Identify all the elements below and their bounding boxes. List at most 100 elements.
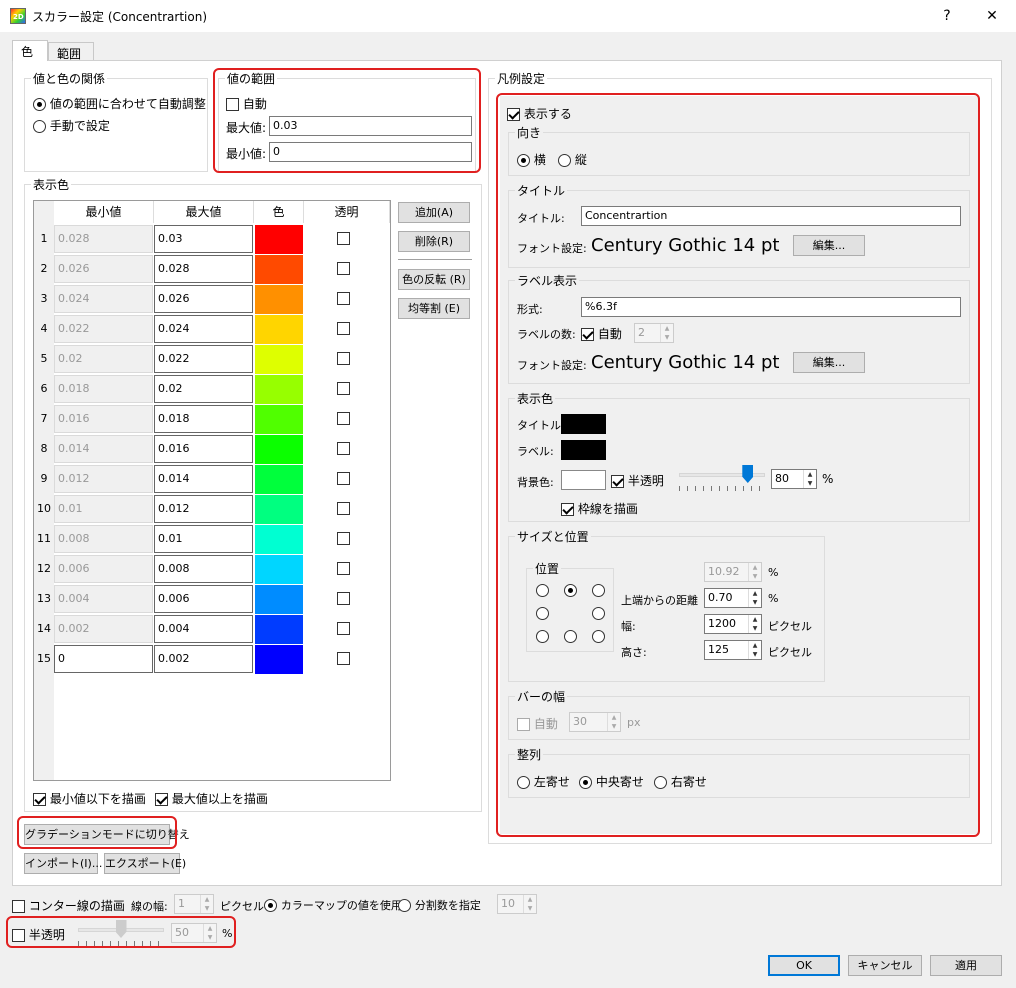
color-swatch[interactable] bbox=[255, 525, 303, 554]
radio-horizontal[interactable] bbox=[517, 154, 530, 167]
bar-width-auto-checkbox[interactable] bbox=[517, 718, 530, 731]
color-swatch[interactable] bbox=[255, 225, 303, 254]
min-value-input[interactable]: 0 bbox=[269, 142, 472, 162]
spinner-arrows-icon[interactable]: ▲ ▼ bbox=[748, 589, 761, 607]
color-swatch[interactable] bbox=[255, 585, 303, 614]
transparent-checkbox[interactable] bbox=[337, 562, 350, 575]
max-value-cell[interactable]: 0.022 bbox=[154, 345, 253, 373]
gradient-mode-button[interactable]: グラデーションモードに切り替え bbox=[24, 824, 190, 845]
color-swatch[interactable] bbox=[255, 555, 303, 584]
max-value-cell[interactable]: 0.01 bbox=[154, 525, 253, 553]
max-value-cell[interactable]: 0.03 bbox=[154, 225, 253, 253]
apply-button[interactable]: 適用 bbox=[930, 955, 1002, 976]
transparent-checkbox[interactable] bbox=[337, 532, 350, 545]
pos-bottom-left[interactable] bbox=[536, 630, 549, 643]
color-swatch[interactable] bbox=[255, 615, 303, 644]
show-legend-checkbox[interactable] bbox=[507, 108, 520, 121]
pos-mid-left[interactable] bbox=[536, 607, 549, 620]
spinner-arrows-icon[interactable]: ▲ ▼ bbox=[203, 924, 216, 942]
max-value-cell[interactable]: 0.026 bbox=[154, 285, 253, 313]
spinner-arrows-icon[interactable]: ▲ ▼ bbox=[523, 895, 536, 913]
color-swatch[interactable] bbox=[255, 465, 303, 494]
color-swatch[interactable] bbox=[255, 645, 303, 674]
transparent-checkbox[interactable] bbox=[337, 292, 350, 305]
help-button[interactable]: ? bbox=[932, 4, 962, 28]
range-auto-checkbox[interactable] bbox=[226, 98, 239, 111]
transparent-checkbox[interactable] bbox=[337, 352, 350, 365]
spinner-arrows-icon[interactable]: ▲ ▼ bbox=[803, 470, 816, 488]
import-button[interactable]: インポート(I)... bbox=[24, 853, 102, 874]
radio-specify-div[interactable] bbox=[398, 899, 411, 912]
radio-auto-adjust[interactable] bbox=[33, 98, 46, 111]
bg-color-swatch[interactable] bbox=[561, 470, 606, 490]
color-swatch[interactable] bbox=[255, 405, 303, 434]
max-value-cell[interactable]: 0.016 bbox=[154, 435, 253, 463]
bg-opacity-spinner[interactable]: 80 ▲ ▼ bbox=[771, 469, 817, 489]
max-value-cell[interactable]: 0.012 bbox=[154, 495, 253, 523]
max-value-cell[interactable]: 0.014 bbox=[154, 465, 253, 493]
transparent-checkbox[interactable] bbox=[337, 502, 350, 515]
pos-top-left[interactable] bbox=[536, 584, 549, 597]
pos-mid-right[interactable] bbox=[592, 607, 605, 620]
add-button[interactable]: 追加(A) bbox=[398, 202, 470, 223]
div-count-spinner[interactable]: 10 ▲ ▼ bbox=[497, 894, 537, 914]
max-value-cell[interactable]: 0.004 bbox=[154, 615, 253, 643]
max-value-cell[interactable]: 0.028 bbox=[154, 255, 253, 283]
spinner-arrows-icon[interactable]: ▲ ▼ bbox=[748, 563, 761, 581]
ok-button[interactable]: OK bbox=[768, 955, 840, 976]
line-width-spinner[interactable]: 1 ▲ ▼ bbox=[174, 894, 214, 914]
max-value-cell[interactable]: 0.02 bbox=[154, 375, 253, 403]
left-offset-spinner[interactable]: 10.92 ▲ ▼ bbox=[704, 562, 762, 582]
transparent-checkbox[interactable] bbox=[337, 442, 350, 455]
bg-semi-checkbox[interactable] bbox=[611, 475, 624, 488]
spinner-arrows-icon[interactable]: ▲ ▼ bbox=[748, 615, 761, 633]
color-swatch[interactable] bbox=[255, 285, 303, 314]
title-font-edit-button[interactable]: 編集... bbox=[793, 235, 865, 256]
delete-button[interactable]: 削除(R) bbox=[398, 231, 470, 252]
max-value-cell[interactable]: 0.002 bbox=[154, 645, 253, 673]
color-swatch[interactable] bbox=[255, 315, 303, 344]
spinner-arrows-icon[interactable]: ▲ ▼ bbox=[660, 324, 673, 342]
transparent-checkbox[interactable] bbox=[337, 652, 350, 665]
min-value-cell[interactable]: 0 bbox=[54, 645, 153, 673]
max-value-cell[interactable]: 0.024 bbox=[154, 315, 253, 343]
height-spinner[interactable]: 125 ▲ ▼ bbox=[704, 640, 762, 660]
format-input[interactable]: %6.3f bbox=[581, 297, 961, 317]
transparent-checkbox[interactable] bbox=[337, 232, 350, 245]
spinner-arrows-icon[interactable]: ▲ ▼ bbox=[200, 895, 213, 913]
color-swatch[interactable] bbox=[255, 345, 303, 374]
radio-use-colormap[interactable] bbox=[264, 899, 277, 912]
width-spinner[interactable]: 1200 ▲ ▼ bbox=[704, 614, 762, 634]
spinner-arrows-icon[interactable]: ▲ ▼ bbox=[748, 641, 761, 659]
transparent-checkbox[interactable] bbox=[337, 382, 350, 395]
pos-bottom-center[interactable] bbox=[564, 630, 577, 643]
opacity-slider-thumb[interactable] bbox=[115, 920, 127, 938]
label-count-spinner[interactable]: 2 ▲ ▼ bbox=[634, 323, 674, 343]
pos-top-center[interactable] bbox=[564, 584, 577, 597]
radio-align-right[interactable] bbox=[654, 776, 667, 789]
radio-align-center[interactable] bbox=[579, 776, 592, 789]
title-input[interactable]: Concentrartion bbox=[581, 206, 961, 226]
transparent-checkbox[interactable] bbox=[337, 592, 350, 605]
transparent-checkbox[interactable] bbox=[337, 472, 350, 485]
max-value-cell[interactable]: 0.008 bbox=[154, 555, 253, 583]
transparent-checkbox[interactable] bbox=[337, 262, 350, 275]
label-color-swatch[interactable] bbox=[561, 440, 606, 460]
radio-manual[interactable] bbox=[33, 120, 46, 133]
contour-checkbox[interactable] bbox=[12, 900, 25, 913]
pos-bottom-right[interactable] bbox=[592, 630, 605, 643]
draw-below-min-checkbox[interactable] bbox=[33, 793, 46, 806]
top-distance-spinner[interactable]: 0.70 ▲ ▼ bbox=[704, 588, 762, 608]
equal-divide-button[interactable]: 均等割 (E) bbox=[398, 298, 470, 319]
radio-vertical[interactable] bbox=[558, 154, 571, 167]
bar-width-spinner[interactable]: 30 ▲ ▼ bbox=[569, 712, 621, 732]
draw-above-max-checkbox[interactable] bbox=[155, 793, 168, 806]
export-button[interactable]: エクスポート(E) bbox=[104, 853, 186, 874]
max-value-input[interactable]: 0.03 bbox=[269, 116, 472, 136]
transparent-checkbox[interactable] bbox=[337, 622, 350, 635]
spinner-arrows-icon[interactable]: ▲ ▼ bbox=[607, 713, 620, 731]
close-icon[interactable]: ✕ bbox=[977, 4, 1007, 28]
label-count-auto-checkbox[interactable] bbox=[581, 328, 594, 341]
color-swatch[interactable] bbox=[255, 495, 303, 524]
pos-top-right[interactable] bbox=[592, 584, 605, 597]
